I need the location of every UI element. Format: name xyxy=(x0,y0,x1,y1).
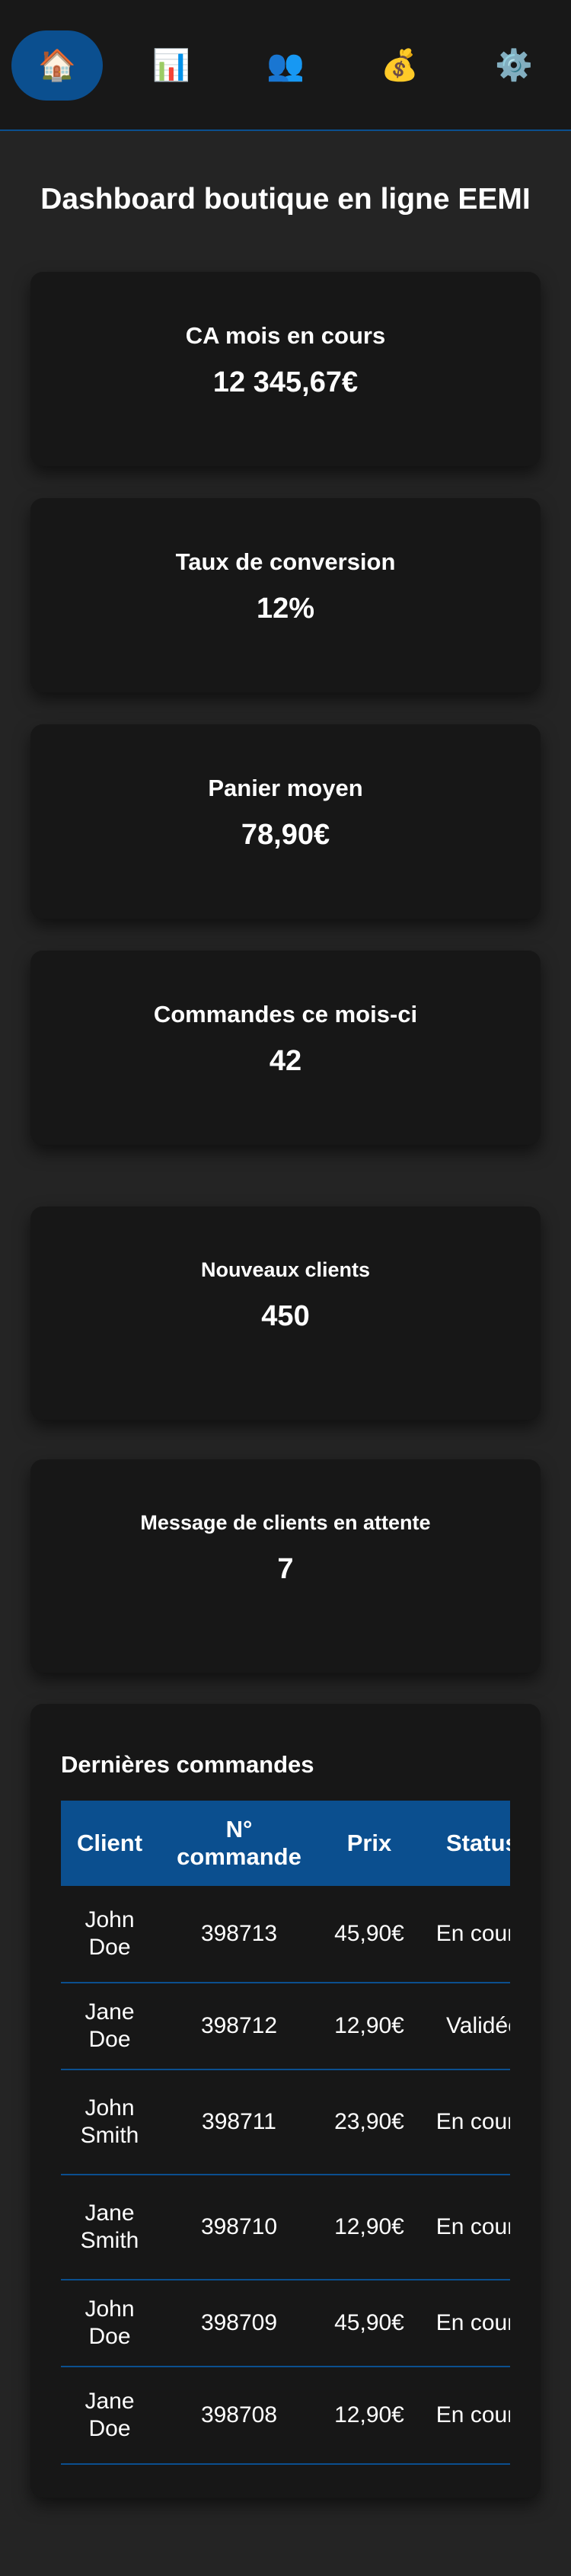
column-header-order-number: N° commande xyxy=(158,1801,320,1886)
cell-order-number: 398712 xyxy=(158,1983,320,2070)
stat-value: 42 xyxy=(269,1045,302,1077)
cell-price: 45,90€ xyxy=(320,2280,419,2367)
column-header-client: Client xyxy=(61,1801,158,1886)
stat-label: Message de clients en attente xyxy=(140,1511,431,1534)
table-row[interactable]: John Smith 398711 23,90€ En cours xyxy=(61,2069,510,2175)
table-row[interactable]: Jane Doe 398712 12,90€ Validée xyxy=(61,1983,510,2070)
nav-home-button[interactable]: 🏠 xyxy=(11,30,103,101)
stat-label: Taux de conversion xyxy=(175,548,396,575)
cell-status: En cours xyxy=(419,2280,510,2367)
stat-card-conversion: Taux de conversion 12% xyxy=(30,498,541,692)
stat-value: 78,90€ xyxy=(241,819,330,851)
orders-table: Client N° commande Prix Status John Doe … xyxy=(61,1801,510,2465)
cell-status: En cours xyxy=(419,2069,510,2175)
cell-price: 12,90€ xyxy=(320,2175,419,2280)
orders-table-scroll[interactable]: Client N° commande Prix Status John Doe … xyxy=(61,1801,510,2471)
cell-price: 23,90€ xyxy=(320,2069,419,2175)
column-header-status: Status xyxy=(419,1801,510,1886)
stat-value: 12 345,67€ xyxy=(212,366,359,398)
stat-value: 12% xyxy=(256,593,315,625)
cell-client: John Doe xyxy=(61,2280,158,2367)
cell-client: John Smith xyxy=(61,2069,158,2175)
cell-order-number: 398709 xyxy=(158,2280,320,2367)
cell-order-number: 398711 xyxy=(158,2069,320,2175)
money-bag-icon: 💰 xyxy=(381,49,419,82)
cell-price: 45,90€ xyxy=(320,1886,419,1983)
nav-settings-button[interactable]: ⚙️ xyxy=(468,30,560,101)
stat-value: 7 xyxy=(277,1553,294,1585)
column-header-price: Prix xyxy=(320,1801,419,1886)
cell-status: En cours xyxy=(419,2175,510,2280)
cell-order-number: 398713 xyxy=(158,1886,320,1983)
cell-status: Validée xyxy=(419,1983,510,2070)
stat-label: Nouveaux clients xyxy=(200,1258,371,1281)
stat-label: CA mois en cours xyxy=(185,322,386,349)
nav-finance-button[interactable]: 💰 xyxy=(354,30,445,101)
cell-order-number: 398708 xyxy=(158,2367,320,2465)
recent-orders-card: Dernières commandes Client N° commande P… xyxy=(30,1704,541,2498)
nav-stats-button[interactable]: 📊 xyxy=(126,30,217,101)
cell-status: En cours xyxy=(419,2367,510,2465)
page-title: Dashboard boutique en ligne EEMI xyxy=(40,183,531,216)
stat-label: Panier moyen xyxy=(208,775,363,801)
stat-card-revenue: CA mois en cours 12 345,67€ xyxy=(30,272,541,466)
cell-price: 12,90€ xyxy=(320,1983,419,2070)
table-row[interactable]: John Doe 398713 45,90€ En cours xyxy=(61,1886,510,1983)
stat-card-orders: Commandes ce mois-ci 42 xyxy=(30,951,541,1145)
cell-price: 12,90€ xyxy=(320,2367,419,2465)
stat-card-average-basket: Panier moyen 78,90€ xyxy=(30,724,541,919)
gear-icon: ⚙️ xyxy=(495,49,533,82)
cell-status: En cours xyxy=(419,1886,510,1983)
table-header-row: Client N° commande Prix Status xyxy=(61,1801,510,1886)
cell-client: Jane Doe xyxy=(61,2367,158,2465)
home-icon: 🏠 xyxy=(38,49,76,82)
cell-client: John Doe xyxy=(61,1886,158,1983)
recent-orders-title: Dernières commandes xyxy=(61,1751,314,1778)
cell-client: Jane Doe xyxy=(61,1983,158,2070)
stat-label: Commandes ce mois-ci xyxy=(153,1001,418,1028)
users-icon: 👥 xyxy=(266,49,305,82)
bar-chart-icon: 📊 xyxy=(152,49,190,82)
top-navigation: 🏠 📊 👥 💰 ⚙️ xyxy=(0,0,571,131)
cell-order-number: 398710 xyxy=(158,2175,320,2280)
nav-customers-button[interactable]: 👥 xyxy=(240,30,331,101)
stat-card-pending-messages: Message de clients en attente 7 xyxy=(30,1459,541,1673)
cell-client: Jane Smith xyxy=(61,2175,158,2280)
table-row[interactable]: Jane Smith 398710 12,90€ En cours xyxy=(61,2175,510,2280)
stat-value: 450 xyxy=(261,1300,310,1332)
table-row[interactable]: John Doe 398709 45,90€ En cours xyxy=(61,2280,510,2367)
stat-card-new-customers: Nouveaux clients 450 xyxy=(30,1207,541,1420)
table-row[interactable]: Jane Doe 398708 12,90€ En cours xyxy=(61,2367,510,2465)
